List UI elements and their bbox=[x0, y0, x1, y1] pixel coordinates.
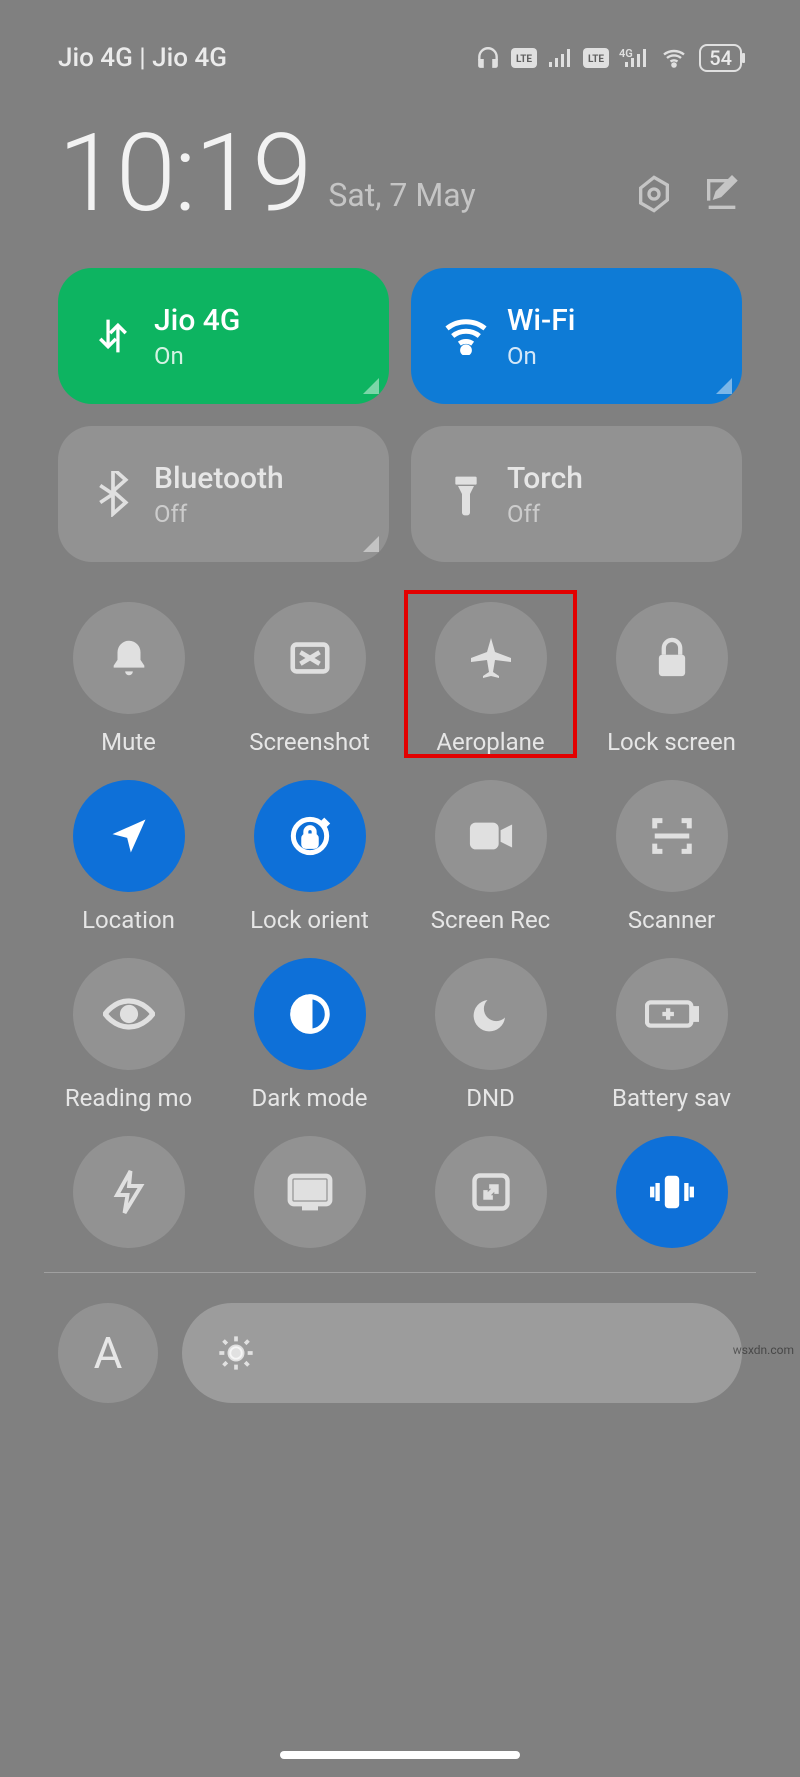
headphones-icon bbox=[475, 45, 501, 71]
cast-tile[interactable] bbox=[225, 1124, 394, 1254]
battery-saver-tile[interactable]: Battery sav bbox=[587, 952, 756, 1118]
brightness-row: A bbox=[0, 1273, 800, 1403]
wifi-icon bbox=[443, 317, 489, 355]
lock-screen-label: Lock screen bbox=[607, 728, 736, 756]
dark-mode-label: Dark mode bbox=[251, 1084, 367, 1112]
expand-indicator bbox=[716, 378, 732, 394]
mobile-data-tile[interactable]: Jio 4G On bbox=[58, 268, 389, 404]
screen-rec-tile[interactable]: Screen Rec bbox=[406, 774, 575, 940]
brightness-slider[interactable] bbox=[182, 1303, 742, 1403]
settings-icon[interactable] bbox=[634, 174, 674, 214]
location-icon bbox=[107, 814, 151, 858]
clock-row: 10:19 Sat, 7 May bbox=[0, 80, 800, 228]
orientation-lock-icon bbox=[285, 811, 335, 861]
aeroplane-tile[interactable]: Aeroplane bbox=[406, 596, 575, 762]
lock-orient-label: Lock orient bbox=[250, 906, 369, 934]
location-tile[interactable]: Location bbox=[44, 774, 213, 940]
lock-screen-tile[interactable]: Lock screen bbox=[587, 596, 756, 762]
resize-icon bbox=[469, 1170, 513, 1214]
dnd-label: DND bbox=[466, 1084, 515, 1112]
small-tiles-grid: Mute Screenshot Aeroplane Lock screen Lo… bbox=[0, 562, 800, 1118]
mute-tile[interactable]: Mute bbox=[44, 596, 213, 762]
svg-text:LTE: LTE bbox=[516, 54, 532, 65]
screenshot-label: Screenshot bbox=[249, 728, 370, 756]
reading-mode-tile[interactable]: Reading mo bbox=[44, 952, 213, 1118]
torch-icon bbox=[450, 471, 482, 517]
flash-icon bbox=[111, 1168, 147, 1216]
expand-indicator bbox=[363, 378, 379, 394]
wifi-tile[interactable]: Wi-Fi On bbox=[411, 268, 742, 404]
flash-charge-tile[interactable] bbox=[44, 1124, 213, 1254]
vibrate-icon bbox=[645, 1172, 699, 1212]
extra-tiles-row bbox=[0, 1118, 800, 1254]
bluetooth-title: Bluetooth bbox=[154, 461, 284, 496]
torch-sub: Off bbox=[507, 500, 583, 528]
auto-brightness-label: A bbox=[94, 1327, 123, 1379]
screen-rec-label: Screen Rec bbox=[431, 906, 550, 934]
moon-icon bbox=[470, 993, 512, 1035]
location-label: Location bbox=[82, 906, 175, 934]
auto-brightness-button[interactable]: A bbox=[58, 1303, 158, 1403]
dark-mode-tile[interactable]: Dark mode bbox=[225, 952, 394, 1118]
carrier-label: Jio 4G | Jio 4G bbox=[58, 43, 227, 73]
status-bar: Jio 4G | Jio 4G LTE LTE 4G 54 bbox=[0, 0, 800, 80]
volte-icon-2: LTE bbox=[583, 48, 609, 68]
bluetooth-tile[interactable]: Bluetooth Off bbox=[58, 426, 389, 562]
signal-4g-icon: 4G bbox=[619, 47, 649, 69]
signal-icon-1 bbox=[547, 47, 573, 69]
expand-indicator bbox=[363, 536, 379, 552]
eye-icon bbox=[103, 996, 155, 1032]
lock-orientation-tile[interactable]: Lock orient bbox=[225, 774, 394, 940]
cast-icon bbox=[286, 1172, 334, 1212]
mute-label: Mute bbox=[101, 728, 156, 756]
dnd-tile[interactable]: DND bbox=[406, 952, 575, 1118]
brightness-icon bbox=[216, 1333, 256, 1373]
scanner-tile[interactable]: Scanner bbox=[587, 774, 756, 940]
watermark: wsxdn.com bbox=[733, 1343, 794, 1357]
edit-icon[interactable] bbox=[702, 174, 742, 214]
airplane-icon bbox=[467, 634, 515, 682]
mobile-data-title: Jio 4G bbox=[154, 303, 240, 338]
mobile-data-icon bbox=[93, 313, 133, 359]
bluetooth-icon bbox=[96, 471, 130, 517]
battery-saver-label: Battery sav bbox=[612, 1084, 731, 1112]
bell-icon bbox=[106, 635, 152, 681]
scan-icon bbox=[649, 813, 695, 859]
torch-title: Torch bbox=[507, 461, 583, 496]
dark-mode-icon bbox=[287, 991, 333, 1037]
large-tiles-grid: Jio 4G On Wi-Fi On Bluetooth Off Torch O… bbox=[0, 228, 800, 562]
battery-plus-icon bbox=[645, 997, 699, 1031]
svg-text:4G: 4G bbox=[619, 47, 633, 60]
wifi-sub: On bbox=[507, 342, 575, 370]
clock-time: 10:19 bbox=[58, 120, 310, 228]
home-indicator[interactable] bbox=[280, 1751, 520, 1759]
vibrate-tile[interactable] bbox=[587, 1124, 756, 1254]
torch-tile[interactable]: Torch Off bbox=[411, 426, 742, 562]
mobile-data-sub: On bbox=[154, 342, 240, 370]
status-icons: LTE LTE 4G 54 bbox=[475, 44, 742, 72]
aeroplane-label: Aeroplane bbox=[436, 728, 544, 756]
screenshot-icon bbox=[287, 635, 333, 681]
floating-window-tile[interactable] bbox=[406, 1124, 575, 1254]
video-icon bbox=[468, 818, 514, 854]
bluetooth-sub: Off bbox=[154, 500, 284, 528]
screenshot-tile[interactable]: Screenshot bbox=[225, 596, 394, 762]
lock-icon bbox=[652, 635, 692, 681]
scanner-label: Scanner bbox=[628, 906, 715, 934]
svg-text:LTE: LTE bbox=[588, 54, 604, 65]
wifi-title: Wi-Fi bbox=[507, 303, 575, 338]
reading-mode-label: Reading mo bbox=[65, 1084, 192, 1112]
wifi-status-icon bbox=[659, 46, 689, 70]
volte-icon-1: LTE bbox=[511, 48, 537, 68]
battery-indicator: 54 bbox=[699, 44, 742, 72]
clock-date: Sat, 7 May bbox=[328, 176, 475, 228]
